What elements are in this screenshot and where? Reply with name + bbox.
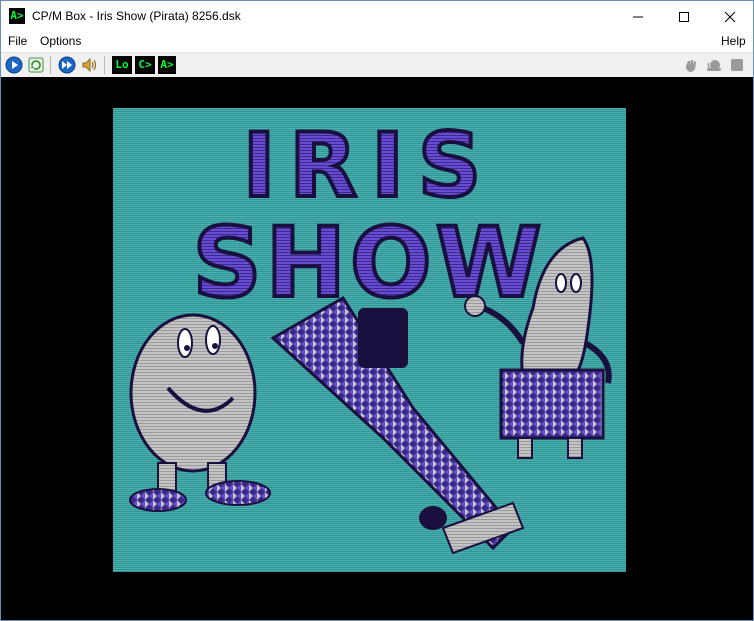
egg-character [129,313,271,512]
menu-help[interactable]: Help [721,34,746,48]
refresh-button[interactable] [27,56,45,74]
menu-bar: File Options Help [1,31,753,51]
menu-options[interactable]: Options [40,34,81,48]
term-a-button[interactable]: A> [158,56,176,74]
app-icon: A> [9,8,25,24]
title-line-2: SHOW [193,207,546,319]
toolbar-separator [104,56,105,74]
maximize-button[interactable] [661,1,707,31]
stop-icon [731,59,743,71]
speaker-icon [82,57,97,73]
fast-forward-button[interactable] [58,56,76,74]
title-line-1: IRIS [243,114,496,217]
rocket-cannon [270,295,525,555]
maximize-icon [679,12,689,23]
sound-button[interactable] [80,56,98,74]
term-lo-button[interactable]: Lo [112,56,132,74]
close-icon [724,11,736,23]
game-canvas[interactable]: IRIS SHOW [113,108,626,572]
fast-forward-icon [58,56,76,74]
snail-button[interactable] [706,57,722,73]
stop-button[interactable] [729,57,745,73]
app-window: A> CP/M Box - Iris Show (Pirata) 8256.ds… [0,0,754,621]
play-button[interactable] [5,56,23,74]
term-c-button[interactable]: C> [135,56,155,74]
hand-button[interactable] [683,57,699,73]
snail-icon [707,60,721,71]
close-button[interactable] [707,1,753,31]
emulator-screen[interactable]: IRIS SHOW [1,77,753,620]
refresh-icon [28,57,44,73]
window-title: CP/M Box - Iris Show (Pirata) 8256.dsk [32,9,241,23]
minimize-icon [633,16,643,18]
hand-icon [686,60,696,72]
toolbar: Lo C> A> [1,52,753,78]
title-artwork: IRIS SHOW [129,112,612,555]
minimize-button[interactable] [615,1,661,31]
play-icon [5,56,23,74]
menu-file[interactable]: File [8,34,27,48]
title-bar: A> CP/M Box - Iris Show (Pirata) 8256.ds… [1,1,753,31]
toolbar-separator [50,56,51,74]
